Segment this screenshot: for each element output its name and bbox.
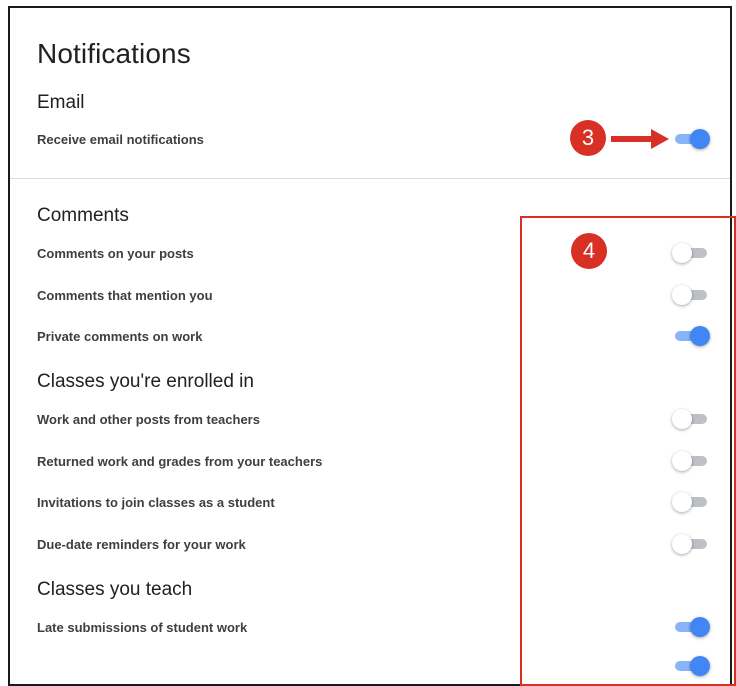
annotation-badge-4: 4 bbox=[571, 233, 607, 269]
row-label-comments-on-posts: Comments on your posts bbox=[37, 246, 194, 261]
annotation-arrow-icon bbox=[611, 129, 669, 149]
row-label-returned-work: Returned work and grades from your teach… bbox=[37, 454, 323, 469]
notifications-panel: Notifications Email Receive email notifi… bbox=[8, 6, 736, 686]
toggle-thumb bbox=[690, 129, 710, 149]
row-label-work-posts-teachers: Work and other posts from teachers bbox=[37, 412, 260, 427]
annotation-highlight-box bbox=[520, 216, 736, 686]
row-label-receive-email: Receive email notifications bbox=[37, 132, 204, 147]
section-title-email: Email bbox=[37, 92, 85, 113]
section-title-comments: Comments bbox=[37, 205, 129, 226]
annotation-badge-3: 3 bbox=[570, 120, 606, 156]
row-label-invitations: Invitations to join classes as a student bbox=[37, 495, 275, 510]
page-title: Notifications bbox=[37, 38, 191, 69]
row-label-private-comments: Private comments on work bbox=[37, 329, 203, 344]
toggle-receive-email[interactable] bbox=[672, 129, 710, 149]
section-divider bbox=[10, 178, 730, 179]
section-title-teach: Classes you teach bbox=[37, 579, 193, 600]
section-title-enrolled: Classes you're enrolled in bbox=[37, 371, 254, 392]
row-label-late-submissions: Late submissions of student work bbox=[37, 620, 248, 635]
row-label-due-date: Due-date reminders for your work bbox=[37, 537, 246, 552]
row-label-comments-mention: Comments that mention you bbox=[37, 288, 213, 303]
